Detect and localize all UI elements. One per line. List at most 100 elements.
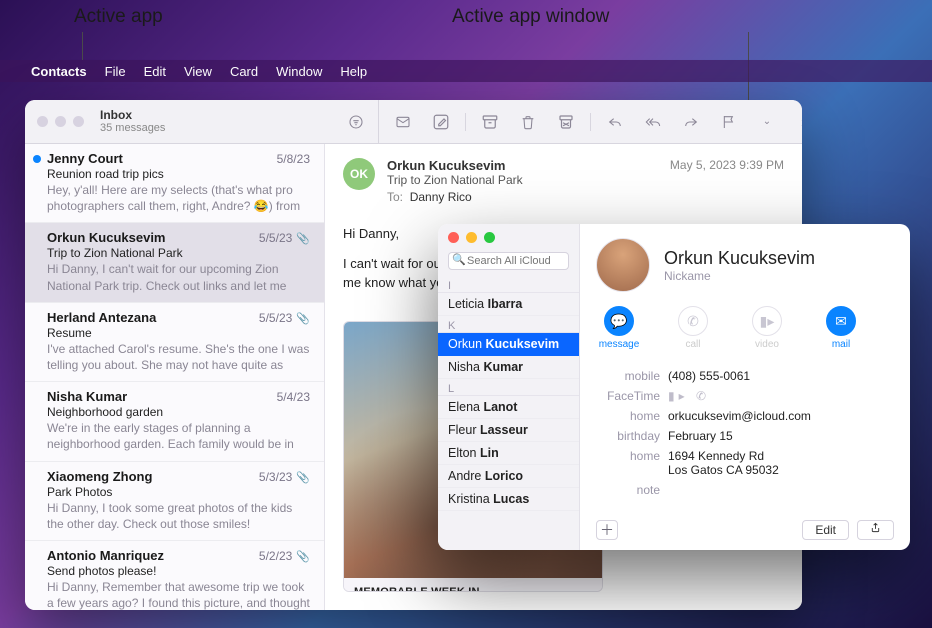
attachment-icon: 📎 xyxy=(296,550,310,563)
email-value[interactable]: orkucuksevim@icloud.com xyxy=(668,409,894,423)
message-preview: Hi Danny, I took some great photos of th… xyxy=(47,500,310,532)
forward-icon[interactable] xyxy=(681,113,701,131)
contact-item[interactable]: Elton Lin xyxy=(438,442,579,465)
message-from: Orkun Kucuksevim xyxy=(387,158,658,173)
zoom-icon[interactable] xyxy=(484,232,495,243)
menubar-item-file[interactable]: File xyxy=(96,64,135,79)
message-list[interactable]: Jenny Court5/8/23Reunion road trip picsH… xyxy=(25,144,325,610)
contacts-search[interactable]: 🔍 xyxy=(448,251,569,270)
envelope-icon[interactable] xyxy=(393,113,413,131)
message-sender: Orkun Kucuksevim xyxy=(47,230,259,245)
field-label: birthday xyxy=(596,429,660,443)
call-action[interactable]: ✆call xyxy=(670,306,716,350)
mail-toolbar: Inbox 35 messages ⌄ » xyxy=(25,100,802,144)
to-label: To: xyxy=(387,190,403,204)
unread-dot-icon xyxy=(33,155,41,163)
mail-icon: ✉ xyxy=(826,306,856,336)
message-subject: Trip to Zion National Park xyxy=(387,173,658,187)
contacts-list[interactable]: ILeticia IbarraKOrkun KucuksevimNisha Ku… xyxy=(438,276,579,550)
mail-toolbar-actions: ⌄ » xyxy=(378,100,802,143)
share-button[interactable] xyxy=(857,520,894,540)
message-item[interactable]: Jenny Court5/8/23Reunion road trip picsH… xyxy=(25,144,324,223)
annotation-line xyxy=(82,32,83,60)
edit-button[interactable]: Edit xyxy=(802,520,849,540)
contact-avatar[interactable] xyxy=(596,238,650,292)
message-subject: Trip to Zion National Park xyxy=(47,246,310,260)
message-action[interactable]: 💬message xyxy=(596,306,642,350)
close-icon[interactable] xyxy=(448,232,459,243)
contacts-section-header: K xyxy=(438,318,579,333)
mobile-value[interactable]: (408) 555-0061 xyxy=(668,369,894,383)
menubar-item-edit[interactable]: Edit xyxy=(135,64,175,79)
reply-all-icon[interactable] xyxy=(643,113,663,131)
minimize-icon[interactable] xyxy=(466,232,477,243)
contact-item[interactable]: Fleur Lasseur xyxy=(438,419,579,442)
menubar-item-view[interactable]: View xyxy=(175,64,221,79)
message-icon: 💬 xyxy=(604,306,634,336)
message-date: 5/5/23 xyxy=(259,231,292,245)
video-icon: ▮▸ xyxy=(752,306,782,336)
message-date: 5/4/23 xyxy=(277,390,310,404)
message-item[interactable]: Herland Antezana5/5/23📎ResumeI've attach… xyxy=(25,303,324,382)
address-value[interactable]: 1694 Kennedy RdLos Gatos CA 95032 xyxy=(668,449,894,477)
search-icon: 🔍 xyxy=(452,253,466,266)
contact-item[interactable]: Elena Lanot xyxy=(438,396,579,419)
birthday-value: February 15 xyxy=(668,429,894,443)
facetime-value[interactable]: ▮▸ ✆ xyxy=(668,389,894,403)
search-input[interactable] xyxy=(448,252,569,270)
reply-icon[interactable] xyxy=(605,113,625,131)
annotation-active-app: Active app xyxy=(74,6,163,28)
compose-icon[interactable] xyxy=(431,113,451,131)
message-item[interactable]: Orkun Kucuksevim5/5/23📎Trip to Zion Nati… xyxy=(25,223,324,302)
menubar-item-help[interactable]: Help xyxy=(331,64,376,79)
field-label: home xyxy=(596,449,660,477)
message-sender: Xiaomeng Zhong xyxy=(47,469,259,484)
close-icon[interactable] xyxy=(37,116,48,127)
mail-inbox-title: Inbox 35 messages xyxy=(96,108,334,136)
note-value[interactable] xyxy=(668,483,894,497)
zoom-icon[interactable] xyxy=(73,116,84,127)
message-subject: Neighborhood garden xyxy=(47,405,310,419)
link-title: MEMORABLE WEEK INZION NATIONAL PARK STOR… xyxy=(354,586,592,593)
minimize-icon[interactable] xyxy=(55,116,66,127)
field-label: FaceTime xyxy=(596,389,660,403)
archive-icon[interactable] xyxy=(480,113,500,131)
filter-icon[interactable] xyxy=(334,114,378,130)
message-subject: Park Photos xyxy=(47,485,310,499)
message-sender: Nisha Kumar xyxy=(47,389,277,404)
message-date: May 5, 2023 9:39 PM xyxy=(670,158,784,204)
contact-item[interactable]: Nisha Kumar xyxy=(438,356,579,379)
contact-item[interactable]: Kristina Lucas xyxy=(438,488,579,511)
chevron-down-icon[interactable]: ⌄ xyxy=(757,113,777,131)
contacts-traffic-lights[interactable] xyxy=(448,232,569,243)
junk-icon[interactable] xyxy=(556,113,576,131)
menubar-app-name[interactable]: Contacts xyxy=(22,64,96,79)
menubar: Contacts File Edit View Card Window Help xyxy=(0,60,932,82)
flag-icon[interactable] xyxy=(719,113,739,131)
attachment-icon: 📎 xyxy=(296,312,310,325)
message-preview: Hi Danny, I can't wait for our upcoming … xyxy=(47,261,310,293)
message-subject: Resume xyxy=(47,326,310,340)
message-item[interactable]: Xiaomeng Zhong5/3/23📎Park PhotosHi Danny… xyxy=(25,462,324,541)
inbox-count: 35 messages xyxy=(100,122,334,135)
overflow-icon[interactable]: » xyxy=(795,113,802,131)
message-header: OK Orkun Kucuksevim Trip to Zion Nationa… xyxy=(325,144,802,214)
menubar-item-card[interactable]: Card xyxy=(221,64,267,79)
message-date: 5/2/23 xyxy=(259,549,292,563)
contact-item[interactable]: Orkun Kucuksevim xyxy=(438,333,579,356)
video-action[interactable]: ▮▸video xyxy=(744,306,790,350)
field-label: note xyxy=(596,483,660,497)
mail-traffic-lights[interactable] xyxy=(25,116,96,127)
message-to: Danny Rico xyxy=(410,190,472,204)
add-button[interactable]: ＋ xyxy=(596,520,618,540)
trash-icon[interactable] xyxy=(518,113,538,131)
contact-item[interactable]: Andre Lorico xyxy=(438,465,579,488)
mail-action[interactable]: ✉mail xyxy=(818,306,864,350)
phone-icon: ✆ xyxy=(678,306,708,336)
contact-actions: 💬message ✆call ▮▸video ✉mail xyxy=(596,306,894,350)
menubar-item-window[interactable]: Window xyxy=(267,64,331,79)
message-item[interactable]: Antonio Manriquez5/2/23📎Send photos plea… xyxy=(25,541,324,610)
contact-item[interactable]: Leticia Ibarra xyxy=(438,293,579,316)
message-item[interactable]: Nisha Kumar5/4/23Neighborhood gardenWe'r… xyxy=(25,382,324,461)
message-date: 5/8/23 xyxy=(277,152,310,166)
